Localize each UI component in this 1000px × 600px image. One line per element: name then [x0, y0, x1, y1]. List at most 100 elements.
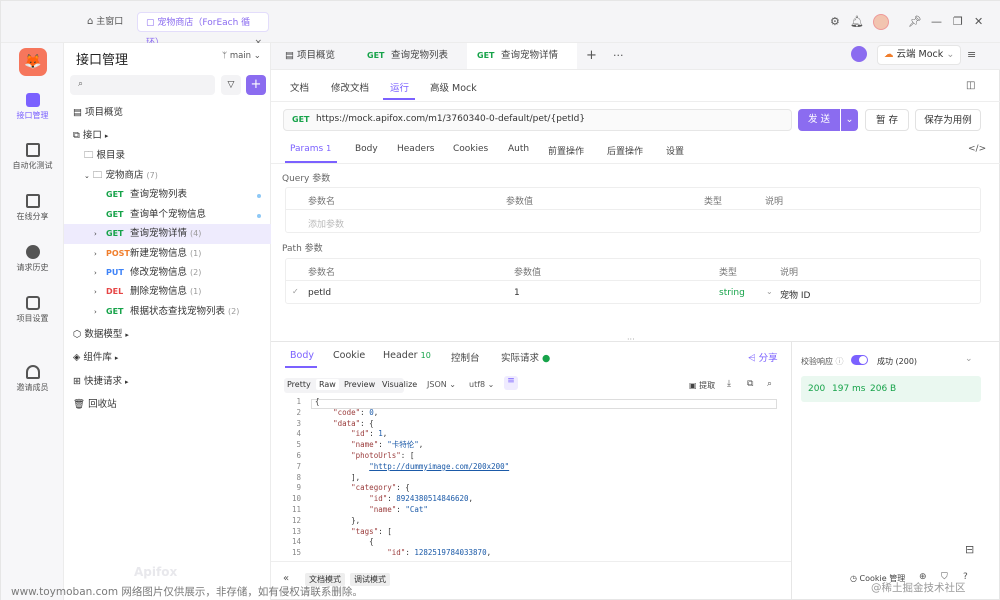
- send-button[interactable]: 发 送: [798, 109, 840, 131]
- copy-icon[interactable]: ⧉: [747, 379, 753, 389]
- param-desc[interactable]: 宠物 ID: [780, 288, 810, 301]
- page-tab-detail[interactable]: GET 查询宠物详情: [467, 43, 577, 69]
- line-number: 6: [296, 451, 301, 460]
- wrap-toggle-icon[interactable]: ≡: [504, 376, 518, 390]
- maximize-icon[interactable]: ❐: [953, 15, 963, 28]
- tree-item-models[interactable]: ⬡ 数据模型 ▸: [64, 325, 271, 345]
- tab-body[interactable]: Body: [355, 144, 378, 154]
- line-number: 2: [296, 407, 301, 417]
- notification-bell-icon[interactable]: 🔔︎: [850, 15, 864, 28]
- tab-response-body[interactable]: Body: [290, 350, 314, 361]
- rail-item-test[interactable]: 自动化测试: [1, 143, 64, 171]
- tab-params[interactable]: Params 1: [290, 144, 331, 154]
- format-select[interactable]: JSON ⌄: [427, 380, 456, 389]
- tab-pre-actions[interactable]: 前置操作: [548, 144, 584, 157]
- tab-response-header[interactable]: Header 10: [383, 350, 431, 361]
- tab-response-cookie[interactable]: Cookie: [333, 350, 365, 361]
- share-button[interactable]: ⩤ 分享: [748, 350, 778, 364]
- download-icon[interactable]: ⤓: [727, 379, 731, 389]
- rail-item-api[interactable]: 接口管理: [1, 93, 64, 121]
- tree-item-endpoint-selected[interactable]: › GET 查询宠物详情 (4): [64, 224, 271, 244]
- tree-item-endpoint[interactable]: GET 查询宠物列表: [64, 185, 271, 205]
- tree-item-petstore[interactable]: ⌄ 🗀 宠物商店 (7): [64, 166, 271, 186]
- settings-gear-icon[interactable]: ⚙: [830, 15, 840, 28]
- tree-item-components[interactable]: ◈ 组件库 ▸: [64, 348, 271, 368]
- drag-handle-icon[interactable]: ···: [627, 335, 635, 344]
- param-type[interactable]: string: [719, 288, 745, 298]
- view-pretty[interactable]: Pretty: [287, 380, 311, 389]
- save-button[interactable]: 暂 存: [865, 109, 909, 131]
- rail-item-settings[interactable]: 项目设置: [1, 296, 64, 324]
- search-icon[interactable]: ⌕: [767, 379, 772, 389]
- rail-item-history[interactable]: 请求历史: [1, 245, 64, 273]
- page-tab-overview[interactable]: ▤ 项目概览: [275, 43, 345, 69]
- tab-settings[interactable]: 设置: [666, 144, 684, 157]
- branch-selector[interactable]: ᛘ main ⌄: [222, 51, 261, 61]
- validate-response-label: 校验响应 ⓘ: [801, 356, 844, 367]
- pane-splitter[interactable]: [271, 341, 1000, 342]
- validate-toggle[interactable]: [851, 355, 868, 365]
- add-button[interactable]: +: [246, 75, 266, 95]
- url-input[interactable]: https://mock.apifox.com/m1/3760340-0-def…: [316, 114, 585, 124]
- url-bar[interactable]: GET https://mock.apifox.com/m1/3760340-0…: [283, 109, 792, 131]
- rail-item-share[interactable]: 在线分享: [1, 194, 64, 222]
- tree-item-endpoint[interactable]: › POST新建宠物信息 (1): [64, 244, 271, 264]
- chevron-down-icon[interactable]: ⌄: [965, 354, 973, 364]
- tab-edit-docs[interactable]: 修改文档: [331, 80, 369, 94]
- line-number: 8: [296, 472, 301, 482]
- page-tab-list[interactable]: GET 查询宠物列表: [357, 43, 458, 69]
- send-dropdown-button[interactable]: ⌄: [841, 109, 858, 131]
- more-icon[interactable]: ···: [613, 49, 624, 62]
- tab-auth[interactable]: Auth: [508, 144, 529, 154]
- add-tab-icon[interactable]: +: [586, 48, 597, 63]
- request-method[interactable]: GET: [292, 115, 310, 124]
- layout-icon[interactable]: ⊟: [965, 543, 974, 556]
- tree-item-endpoint[interactable]: › GET 根据状态查找宠物列表 (2): [64, 302, 271, 322]
- encoding-select[interactable]: utf8 ⌄: [469, 380, 494, 389]
- tree-item-root[interactable]: 🗀 根目录: [64, 146, 271, 166]
- collapse-icon[interactable]: «: [283, 573, 289, 584]
- pin-icon[interactable]: 📌︎: [908, 15, 922, 28]
- env-icon[interactable]: [851, 46, 867, 62]
- tree-item-endpoint[interactable]: › PUT 修改宠物信息 (2): [64, 263, 271, 283]
- tree-item-api[interactable]: ⧉ 接口 ▸: [64, 126, 271, 146]
- code-icon[interactable]: </>: [968, 144, 986, 154]
- window-tab-project[interactable]: ▢ 宠物商店（ForEach 循环） ×: [137, 12, 269, 48]
- tree-item-endpoint[interactable]: › DEL 删除宠物信息 (1): [64, 282, 271, 302]
- api-icon: [25, 93, 40, 107]
- rail-item-invite[interactable]: 邀请成员: [1, 365, 64, 393]
- tree-item-quick-request[interactable]: ⊞ 快捷请求 ▸: [64, 372, 271, 392]
- code-text: "id": 8924380514846620,: [369, 494, 474, 504]
- check-icon[interactable]: ✓: [292, 287, 299, 296]
- tab-console[interactable]: 控制台: [451, 350, 480, 364]
- avatar[interactable]: [873, 14, 889, 30]
- save-as-case-button[interactable]: 保存为用例: [915, 109, 981, 131]
- panel-toggle-icon[interactable]: ◫: [966, 80, 975, 91]
- view-raw[interactable]: Raw: [316, 379, 339, 390]
- tree-item-endpoint[interactable]: GET 查询单个宠物信息: [64, 205, 271, 225]
- param-name[interactable]: petId: [308, 288, 331, 298]
- view-preview[interactable]: Preview: [344, 380, 375, 389]
- param-value-input[interactable]: 1: [514, 288, 520, 298]
- tab-headers[interactable]: Headers: [397, 144, 434, 154]
- window-tab-home[interactable]: ⌂ 主窗口: [79, 12, 131, 32]
- tab-actual-request[interactable]: 实际请求 ●: [501, 350, 550, 364]
- response-code-view[interactable]: 1 {2 "code": 0, 3 "data": {4 "id": 1, 5 "na…: [271, 397, 791, 561]
- add-param-input[interactable]: 添加参数: [308, 217, 344, 230]
- tree-item-overview[interactable]: ▤ 项目概览: [64, 103, 271, 123]
- tree-item-trash[interactable]: 🗑︎ 回收站: [64, 395, 271, 415]
- close-window-icon[interactable]: ✕: [974, 15, 983, 28]
- tab-docs[interactable]: 文档: [290, 80, 309, 94]
- view-visualize[interactable]: Visualize: [382, 380, 417, 389]
- tab-advanced-mock[interactable]: 高级 Mock: [430, 80, 477, 94]
- extract-button[interactable]: ▣ 提取: [689, 380, 715, 391]
- tab-cookies[interactable]: Cookies: [453, 144, 488, 154]
- tab-run[interactable]: 运行: [390, 80, 409, 94]
- search-input[interactable]: ⌕: [70, 75, 215, 95]
- minimize-icon[interactable]: —: [931, 15, 942, 28]
- environment-select[interactable]: ☁ 云端 Mock ⌄: [877, 45, 961, 65]
- menu-icon[interactable]: ≡: [967, 48, 976, 61]
- tab-post-actions[interactable]: 后置操作: [607, 144, 643, 157]
- filter-button[interactable]: ▽: [221, 75, 241, 95]
- col-type: 类型: [719, 268, 738, 278]
